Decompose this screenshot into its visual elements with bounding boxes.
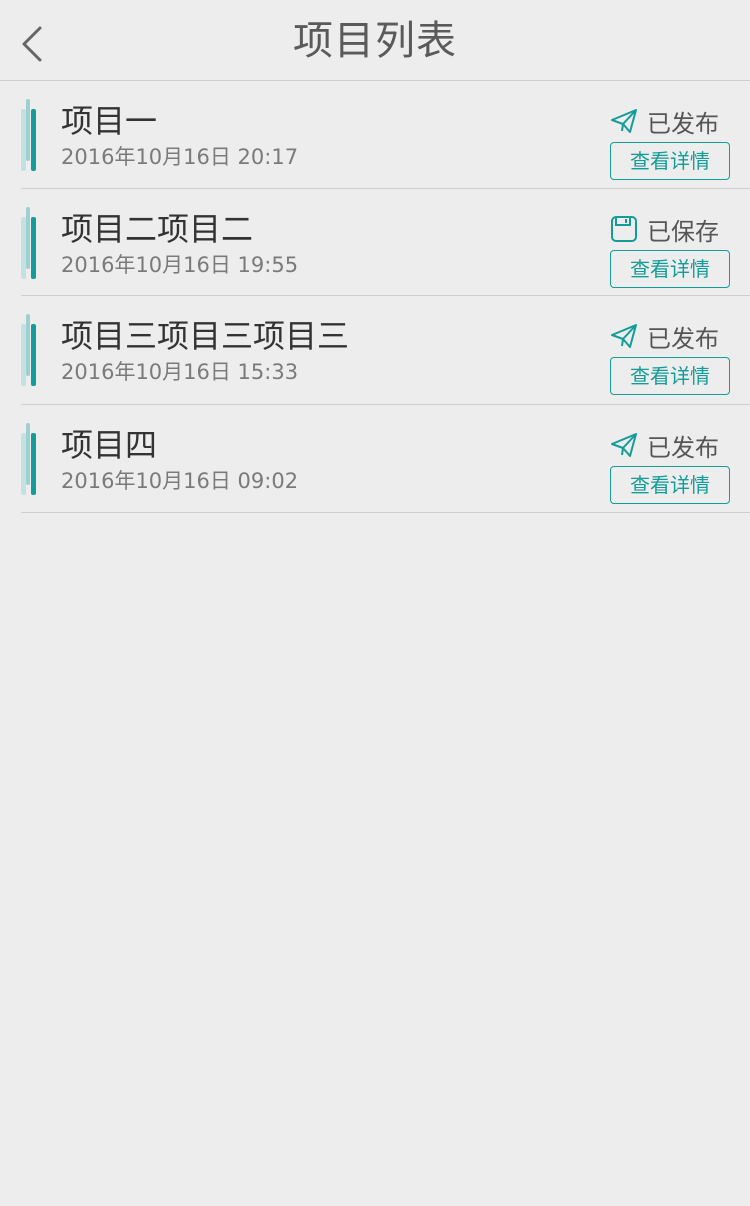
project-title: 项目三项目三项目三 (61, 317, 350, 355)
accent-bars (21, 99, 37, 171)
status-badge: 已发布 (609, 103, 719, 139)
project-title: 项目四 (61, 426, 158, 464)
top-bar: 项目列表 (0, 0, 750, 81)
project-list-screen: 项目列表 项目一 2016年10月16日 20:17 已发布 查看详情 项目二项… (0, 0, 750, 1206)
view-details-button[interactable]: 查看详情 (610, 250, 730, 288)
list-item: 项目四 2016年10月16日 09:02 已发布 查看详情 (21, 405, 750, 513)
paper-plane-icon (609, 106, 639, 136)
status-badge: 已发布 (609, 427, 719, 463)
list-item: 项目三项目三项目三 2016年10月16日 15:33 已发布 查看详情 (21, 296, 750, 405)
accent-bars (21, 207, 37, 279)
view-details-button[interactable]: 查看详情 (610, 357, 730, 395)
accent-bars (21, 423, 37, 495)
project-time: 2016年10月16日 20:17 (61, 145, 299, 169)
status-badge: 已发布 (609, 318, 719, 354)
project-time: 2016年10月16日 09:02 (61, 469, 299, 493)
paper-plane-icon (609, 321, 639, 351)
view-details-button[interactable]: 查看详情 (610, 142, 730, 180)
save-icon (609, 214, 639, 244)
status-label: 已保存 (647, 217, 719, 246)
project-title: 项目一 (61, 102, 158, 140)
project-title: 项目二项目二 (61, 210, 254, 248)
accent-bars (21, 314, 37, 386)
list-item: 项目一 2016年10月16日 20:17 已发布 查看详情 (21, 81, 750, 189)
status-label: 已发布 (647, 109, 719, 138)
view-details-button[interactable]: 查看详情 (610, 466, 730, 504)
paper-plane-icon (609, 430, 639, 460)
project-time: 2016年10月16日 15:33 (61, 360, 299, 384)
project-time: 2016年10月16日 19:55 (61, 253, 299, 277)
status-label: 已发布 (647, 324, 719, 353)
status-badge: 已保存 (609, 211, 719, 247)
page-title: 项目列表 (293, 18, 457, 64)
status-label: 已发布 (647, 433, 719, 462)
list-item: 项目二项目二 2016年10月16日 19:55 已保存 查看详情 (21, 189, 750, 296)
